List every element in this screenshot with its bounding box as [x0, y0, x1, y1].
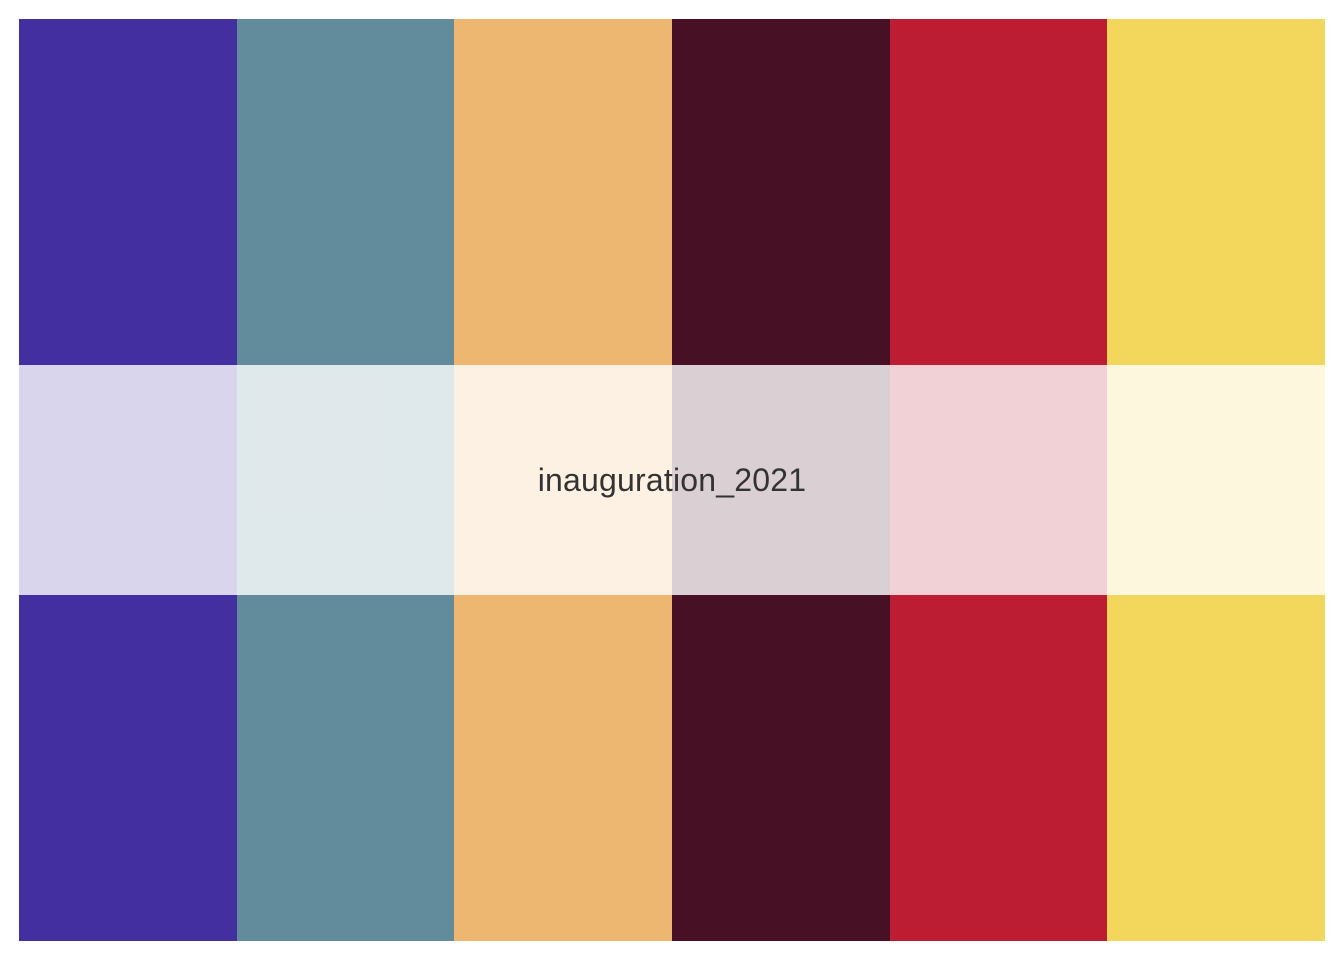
palette-label-band: inauguration_2021 [19, 365, 1325, 595]
palette-name: inauguration_2021 [537, 461, 807, 498]
